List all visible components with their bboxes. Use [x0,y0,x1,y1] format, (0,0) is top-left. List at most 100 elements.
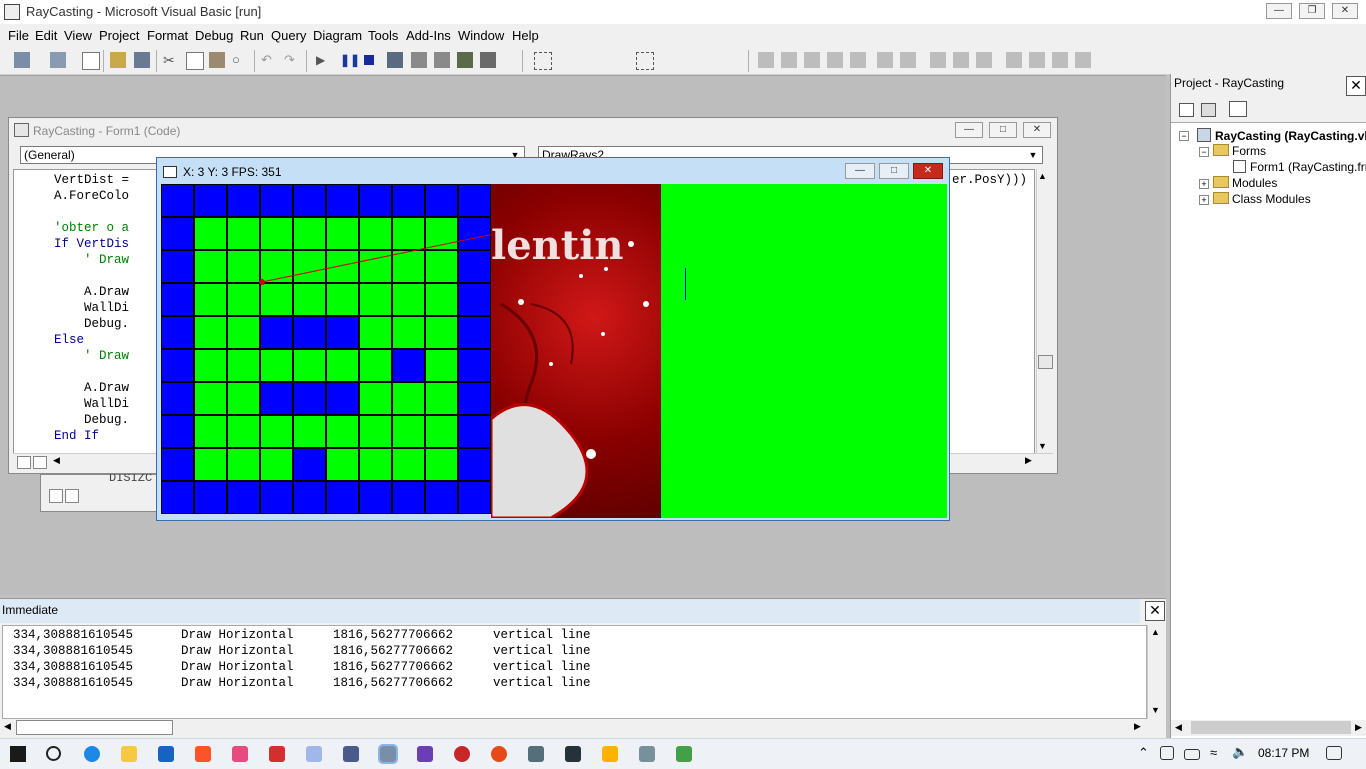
toggle-folders-icon[interactable] [1229,101,1247,117]
scroll-thumb[interactable] [1191,721,1351,734]
immediate-horizontal-scrollbar[interactable]: ◀ ▶ [2,719,1147,735]
redo-icon[interactable]: ↷ [284,52,300,68]
game-close-button[interactable]: ✕ [913,163,943,179]
scroll-left-arrow-icon[interactable]: ◀ [1175,722,1182,733]
network-icon[interactable] [1160,746,1174,760]
open-project-icon[interactable] [110,52,126,68]
menu-add-ins[interactable]: Add-Ins [406,28,451,43]
wifi-icon[interactable]: ≈ [1210,745,1217,760]
menu-file[interactable]: File [8,28,29,43]
volume-icon[interactable]: 🔈 [1232,744,1248,760]
menu-view[interactable]: View [64,28,92,43]
immediate-close-icon[interactable]: ✕ [1145,601,1165,621]
list-constants-icon[interactable] [781,52,797,68]
menu-edit[interactable]: Edit [35,28,57,43]
collapse-icon[interactable]: − [1199,147,1209,157]
previous-bookmark-icon[interactable] [1052,52,1068,68]
list-properties-icon[interactable] [758,52,774,68]
cut-icon[interactable]: ✂ [163,52,179,68]
app-icon[interactable] [528,746,544,762]
scroll-up-arrow-icon[interactable]: ▲ [1151,627,1160,637]
project-close-icon[interactable]: ✕ [1346,76,1366,96]
collapse-icon[interactable]: − [1179,131,1189,141]
notifications-icon[interactable] [1326,746,1342,760]
game-minimize-button[interactable]: — [845,163,875,179]
menu-diagram[interactable]: Diagram [313,28,362,43]
expand-icon[interactable]: + [1199,195,1209,205]
menu-help[interactable]: Help [512,28,539,43]
undo-icon[interactable]: ↶ [261,52,277,68]
restore-button[interactable]: ❐ [1299,3,1325,19]
code-minimize-button[interactable]: — [955,122,983,138]
close-button[interactable]: ✕ [1332,3,1358,19]
scroll-down-arrow-icon[interactable]: ▼ [1038,441,1047,451]
project-horizontal-scrollbar[interactable]: ◀ ▶ [1171,720,1366,736]
tree-modules[interactable]: Modules [1213,176,1277,190]
tree-class-modules[interactable]: Class Modules [1213,192,1311,206]
add-project-icon[interactable] [14,52,30,68]
project-root[interactable]: RayCasting (RayCasting.vbp) [1197,128,1366,143]
toggle-breakpoint-icon[interactable] [930,52,946,68]
app-icon[interactable] [491,746,507,762]
menu-editor-icon[interactable] [82,52,100,70]
start-icon[interactable]: ▶ [316,52,332,68]
chevron-down-icon[interactable]: ▼ [1026,148,1040,162]
app-icon[interactable] [676,746,692,762]
procedure-view-icon[interactable] [17,456,31,469]
menu-debug[interactable]: Debug [195,28,233,43]
menu-window[interactable]: Window [458,28,504,43]
scroll-thumb[interactable] [16,720,173,735]
visual-studio-icon[interactable] [417,746,433,762]
scroll-right-arrow-icon[interactable]: ▶ [1134,721,1141,732]
app-icon[interactable] [343,746,359,762]
chevron-up-icon[interactable]: ⌃ [1138,745,1149,761]
next-bookmark-icon[interactable] [1029,52,1045,68]
view-object-icon[interactable] [1201,103,1216,117]
full-module-view-icon[interactable] [65,489,79,503]
break-icon[interactable]: ❚❚ [340,52,360,68]
app-icon[interactable] [454,746,470,762]
media-player-icon[interactable] [602,746,618,762]
object-browser-icon[interactable] [457,52,473,68]
mail-icon[interactable] [158,746,174,762]
menu-run[interactable]: Run [240,28,264,43]
tree-forms[interactable]: Forms [1213,144,1266,158]
scroll-thumb[interactable] [1038,355,1053,369]
find-icon[interactable]: ○ [232,52,248,68]
scroll-left-arrow-icon[interactable]: ◀ [53,455,60,466]
menu-format[interactable]: Format [147,28,188,43]
pdf-icon[interactable] [269,746,285,762]
immediate-output[interactable]: 334,308881610545 Draw Horizontal 1816,56… [2,625,1147,719]
end-icon[interactable] [364,55,374,65]
search-icon[interactable] [46,746,61,761]
minimize-button[interactable]: — [1266,3,1292,19]
paste-icon[interactable] [209,52,225,68]
procedure-view-icon[interactable] [49,489,63,503]
scroll-up-arrow-icon[interactable]: ▲ [1038,171,1047,181]
add-form-icon[interactable] [50,52,66,68]
form-layout-icon[interactable] [434,52,450,68]
properties-window-icon[interactable] [411,52,427,68]
scroll-right-arrow-icon[interactable]: ▶ [1025,455,1032,466]
complete-word-icon[interactable] [850,52,866,68]
quick-info-icon[interactable] [804,52,820,68]
game-maximize-button[interactable]: □ [879,163,909,179]
project-explorer-icon[interactable] [387,52,403,68]
outdent-icon[interactable] [900,52,916,68]
scroll-left-arrow-icon[interactable]: ◀ [4,721,11,732]
full-module-view-icon[interactable] [33,456,47,469]
save-project-icon[interactable] [134,52,150,68]
clear-bookmarks-icon[interactable] [1075,52,1091,68]
windows-start-icon[interactable] [10,746,26,762]
scroll-right-arrow-icon[interactable]: ▶ [1355,722,1362,733]
scroll-down-arrow-icon[interactable]: ▼ [1151,705,1160,715]
indent-icon[interactable] [877,52,893,68]
menu-query[interactable]: Query [271,28,306,43]
parameter-info-icon[interactable] [827,52,843,68]
view-code-icon[interactable] [1179,103,1194,117]
clock[interactable]: 08:17 PM [1258,746,1309,760]
battery-icon[interactable] [1184,749,1200,760]
file-explorer-icon[interactable] [121,746,137,762]
code-maximize-button[interactable]: □ [989,122,1017,138]
uncomment-block-icon[interactable] [976,52,992,68]
